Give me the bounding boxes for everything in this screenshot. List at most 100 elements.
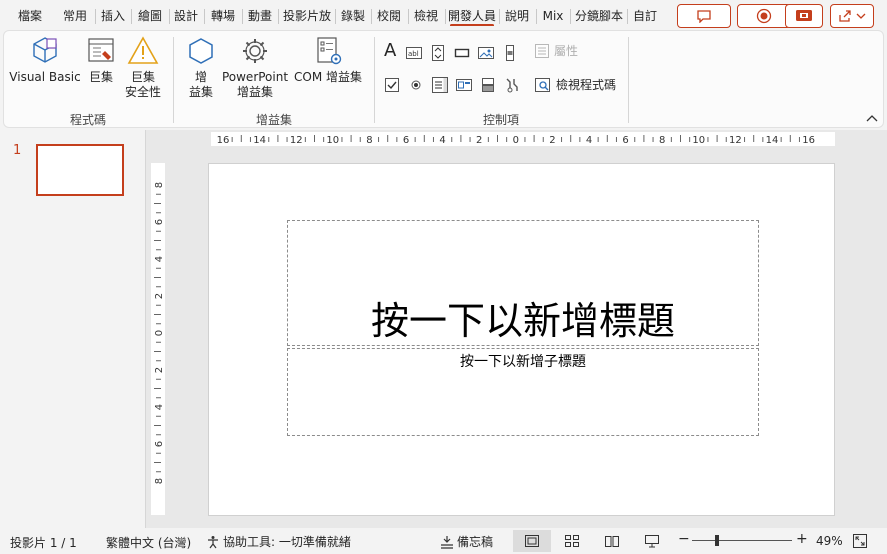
horizontal-ruler-ticks: 16 14 12 10 8 6 4 2 0 2 4 6 8 10 12 14 16 [217,135,815,146]
slide-canvas[interactable]: 按一下以新增標題 按一下以新增子標題 [208,163,835,516]
reading-view-button[interactable] [593,530,631,552]
zoom-in-button[interactable]: + [796,531,808,547]
tab-custom[interactable]: 自訂 [630,6,660,26]
textbox-control-icon[interactable]: abl [406,45,422,61]
tab-divider [335,9,336,24]
tab-developer[interactable]: 開發人員 [448,6,496,26]
tab-animations[interactable]: 動畫 [245,6,275,26]
record-button[interactable] [737,4,791,28]
ruler-label: 14 [766,135,779,146]
command-button-control-icon[interactable] [454,45,470,61]
slide-count[interactable]: 投影片 1 / 1 [10,534,77,551]
title-placeholder[interactable]: 按一下以新增標題 [287,220,759,346]
zoom-slider-track[interactable] [692,535,792,546]
tab-view[interactable]: 檢視 [411,6,441,26]
slideshow-button[interactable] [633,530,671,552]
macros-icon [88,38,114,62]
accessibility-status[interactable]: 協助工具: 一切準備就緒 [206,533,351,550]
share-icon [839,10,851,22]
powerpoint-addins-button[interactable]: PowerPoint 增益集 [222,35,288,100]
tab-record[interactable]: 錄製 [337,6,369,26]
visual-basic-button[interactable]: Visual Basic [9,35,81,85]
tab-divider [408,9,409,24]
checkbox-control-icon[interactable] [384,77,400,93]
tab-divider [169,9,170,24]
visual-basic-label: Visual Basic [9,70,81,84]
addins-button[interactable]: 增 益集 [183,35,219,100]
ruler-label: 6 [154,441,165,447]
listbox-control-icon[interactable] [432,77,448,93]
tab-divider [95,9,96,24]
zoom-out-button[interactable]: − [678,531,690,547]
addins-group-label: 增益集 [255,113,292,127]
slide-sorter-button[interactable] [553,530,591,552]
tab-divider [278,9,279,24]
warning-icon [127,36,159,64]
powerpoint-addins-label-2: 增益集 [236,85,273,99]
view-code-label: 檢視程式碼 [556,77,617,92]
tab-divider [204,9,205,24]
slide-sorter-icon [565,535,579,547]
option-button-control-icon[interactable] [408,77,424,93]
zoom-slider-thumb[interactable] [714,535,719,546]
vertical-ruler[interactable]: 8 6 4 2 0 2 4 6 8 [151,163,165,515]
tab-draw[interactable]: 繪圖 [134,6,166,26]
subtitle-placeholder[interactable]: 按一下以新增子標題 [287,348,759,436]
tab-divider [536,9,537,24]
ruler-label: 10 [692,135,705,146]
more-controls-icon[interactable] [504,77,520,93]
tab-mix[interactable]: Mix [539,6,567,26]
language-indicator[interactable]: 繁體中文 (台灣) [106,534,191,551]
tab-review[interactable]: 校閱 [373,6,405,26]
tab-file[interactable]: 檔案 [10,6,50,26]
horizontal-ruler[interactable]: 16 14 12 10 8 6 4 2 0 2 4 6 8 10 12 14 16 [211,132,835,146]
tab-slideshow[interactable]: 投影片放 [281,6,333,26]
tab-divider [371,9,372,24]
macro-security-label-1: 巨集 [130,70,155,84]
tab-help[interactable]: 說明 [502,6,532,26]
status-bar: 投影片 1 / 1 繁體中文 (台灣) 協助工具: 一切準備就緒 備忘稿 − +… [0,528,887,554]
tab-storyboard[interactable]: 分鏡腳本 [574,6,624,26]
tab-transitions[interactable]: 轉場 [207,6,239,26]
collapse-ribbon-icon[interactable] [866,115,878,123]
tab-home[interactable]: 常用 [58,6,92,26]
ruler-label: 16 [802,135,815,146]
macros-button[interactable]: 巨集 [83,35,119,85]
notes-button[interactable]: 備忘稿 [440,533,493,550]
zoom-level[interactable]: 49% [816,534,843,548]
comments-button[interactable] [677,4,731,28]
normal-view-button[interactable] [513,530,551,552]
accessibility-label: 協助工具: 一切準備就緒 [223,535,351,549]
group-divider [628,37,629,123]
ruler-label: 2 [154,293,165,299]
slide-number: 1 [13,143,22,158]
ruler-label: 0 [513,135,519,146]
fit-to-window-button[interactable] [852,533,868,552]
macro-security-button[interactable]: 巨集 安全性 [122,35,164,100]
addins-label-1: 增 [194,70,207,84]
editor-area: 1 16 14 12 10 8 6 4 2 0 2 4 6 8 10 12 14 16 8 6 4 2 0 2 4 6 8 按一… [0,130,887,528]
ruler-label: 4 [154,256,165,262]
scrollbar-control-icon[interactable] [502,45,518,61]
frame-control-icon[interactable] [456,77,472,93]
title-placeholder-text: 按一下以新增標題 [370,299,675,343]
svg-text:abl: abl [408,50,419,58]
tab-design[interactable]: 設計 [171,6,201,26]
slide-thumbnail[interactable] [36,144,124,196]
ruler-label: 6 [154,219,165,225]
label-control-icon[interactable]: A [384,42,400,60]
properties-button[interactable]: 屬性 [534,43,578,59]
ruler-label: 0 [154,330,165,336]
image-control-icon[interactable] [478,45,494,61]
tab-divider [445,9,446,24]
com-addins-button[interactable]: COM 增益集 [292,35,364,85]
toggle-button-control-icon[interactable] [480,77,496,93]
present-teams-button[interactable] [785,4,823,28]
spin-button-control-icon[interactable] [430,45,446,61]
view-code-button[interactable]: 檢視程式碼 [534,77,616,93]
slideshow-icon [645,535,659,548]
share-button[interactable] [830,4,874,28]
tab-divider [499,9,500,24]
tab-insert[interactable]: 插入 [98,6,128,26]
ribbon-tab-bar: 檔案 常用 插入 繪圖 設計 轉場 動畫 投影片放 錄製 校閱 檢視 開發人員 … [0,0,887,30]
